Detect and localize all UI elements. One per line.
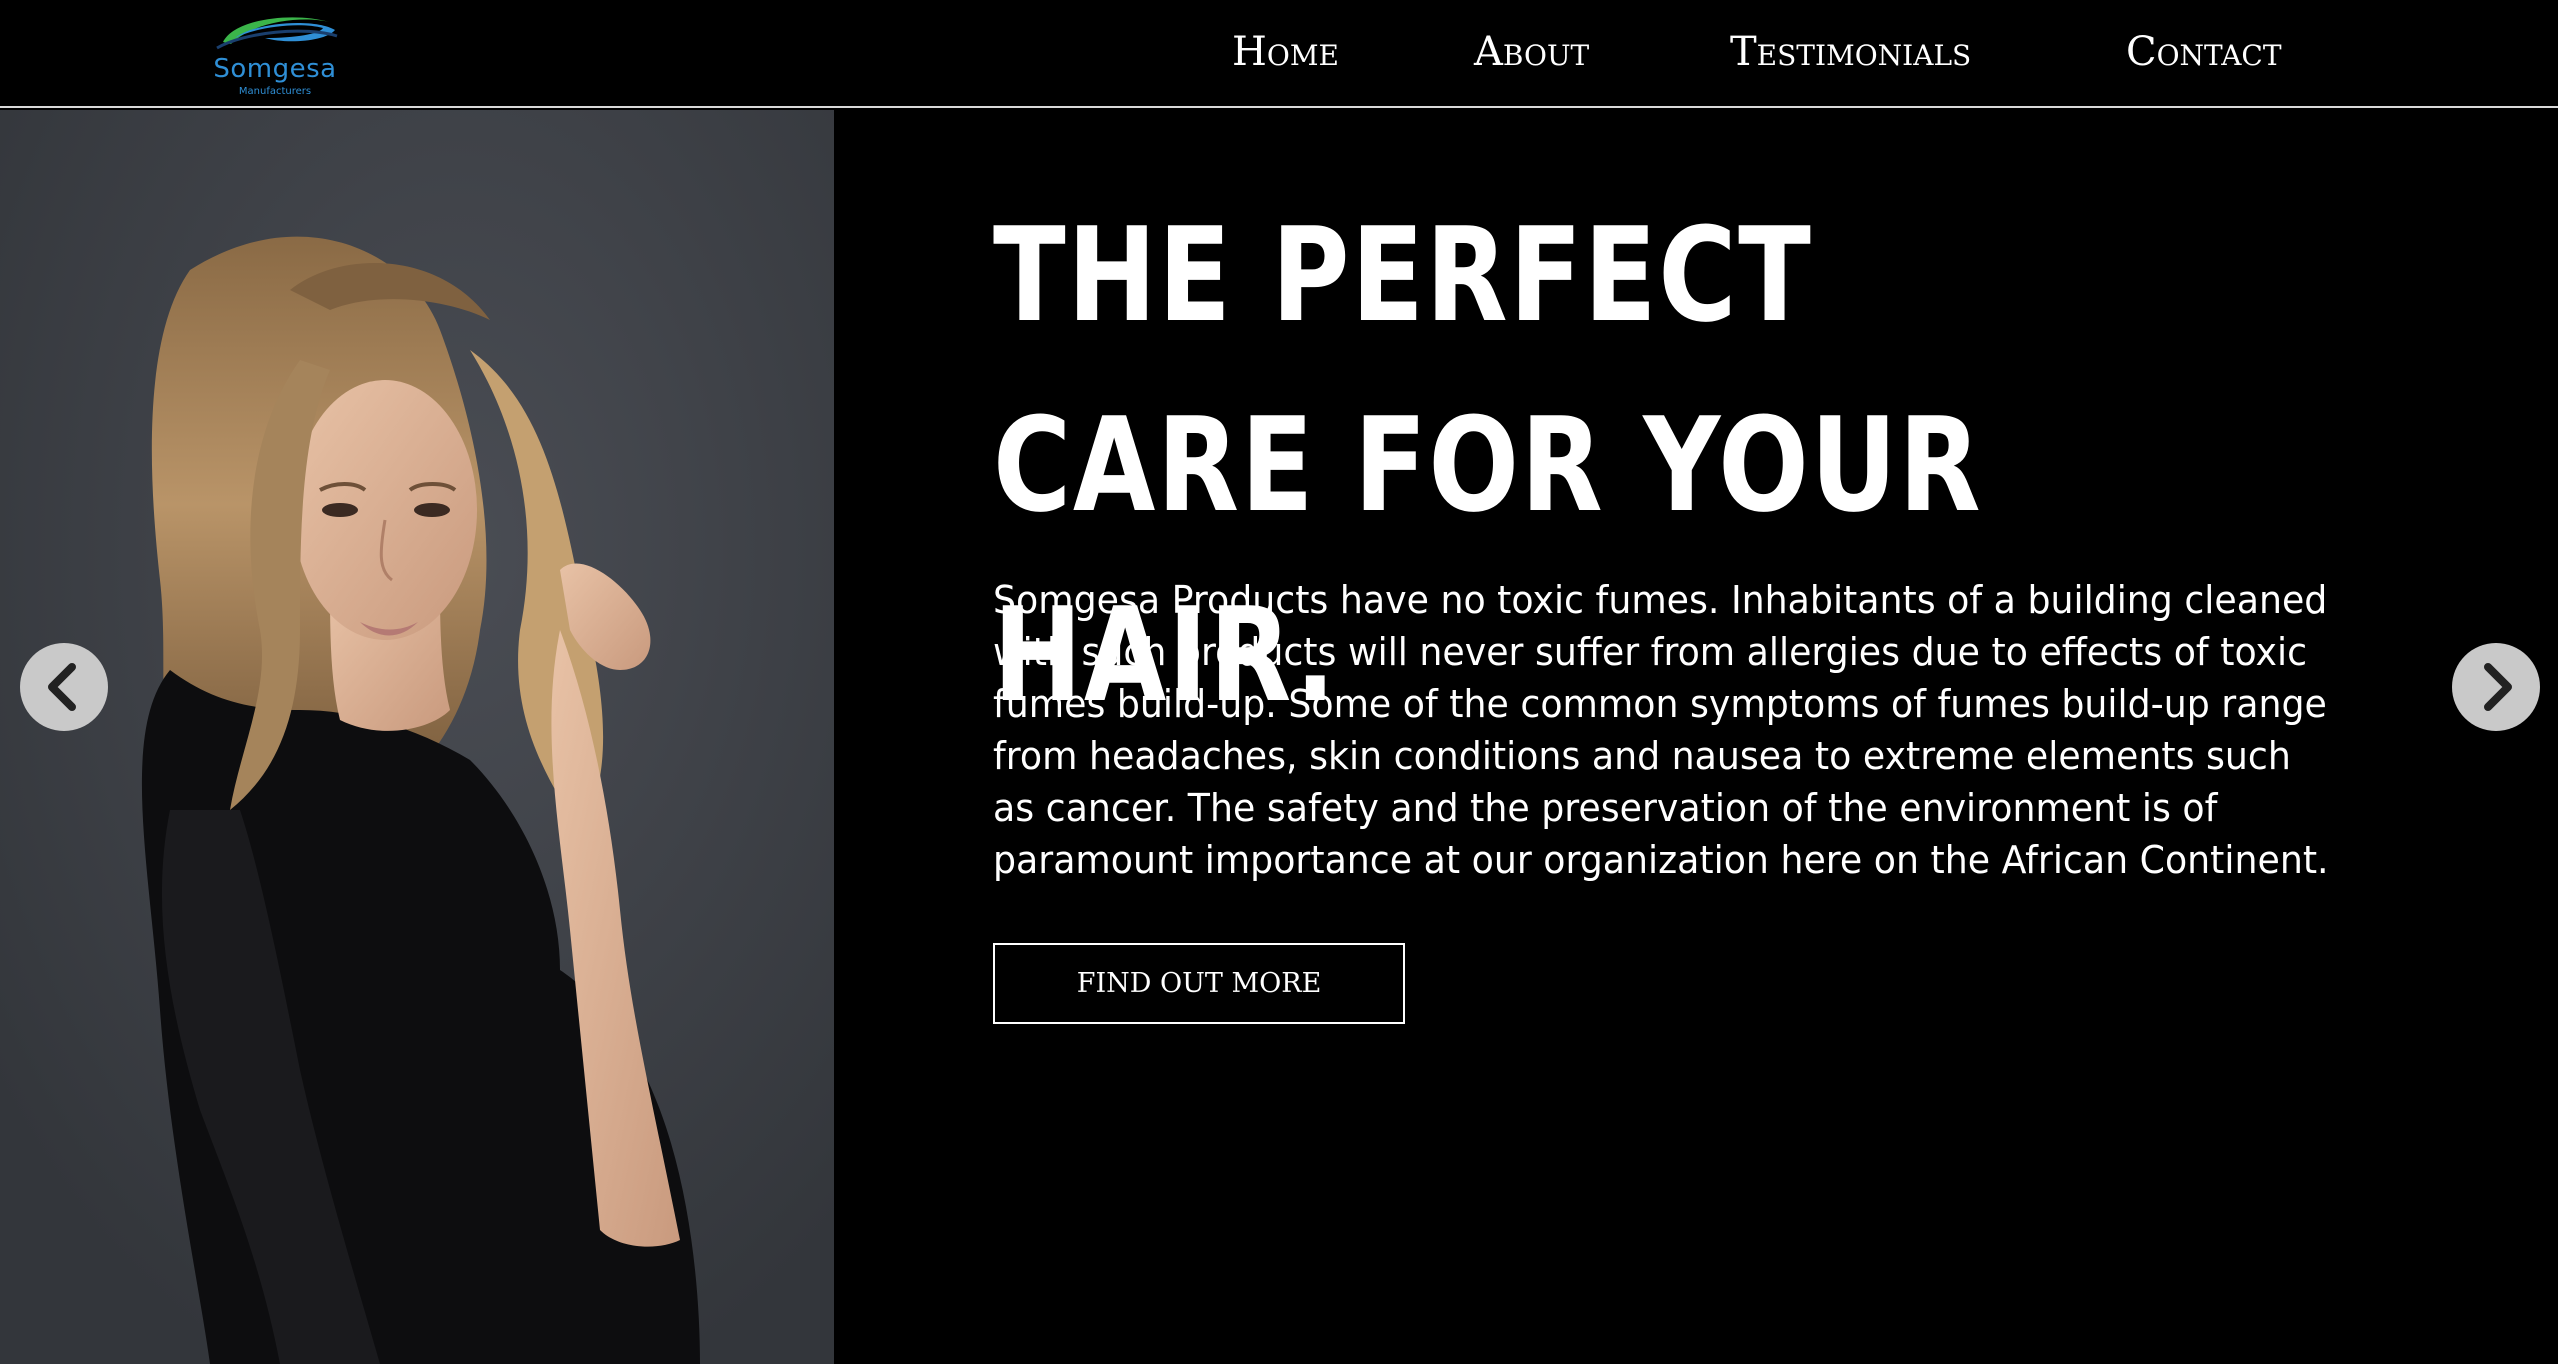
nav-about[interactable]: About xyxy=(1474,22,1589,82)
hero-slider: THE PERFECT CARE FOR YOUR HAIR. Somgesa … xyxy=(0,110,2558,1364)
carousel-next-button[interactable] xyxy=(2452,643,2540,731)
brand-logo[interactable]: Somgesa Manufacturers xyxy=(205,8,345,98)
model-portrait-illustration xyxy=(0,110,834,1364)
hero-photo xyxy=(0,110,834,1364)
find-out-more-button[interactable]: FIND OUT MORE xyxy=(993,943,1405,1024)
chevron-right-icon xyxy=(2484,663,2512,711)
hero-description: Somgesa Products have no toxic fumes. In… xyxy=(993,578,2329,882)
site-header: Somgesa Manufacturers Home About Testimo… xyxy=(0,0,2558,108)
chevron-left-icon xyxy=(48,663,76,711)
brand-name: Somgesa xyxy=(213,54,337,84)
nav-contact[interactable]: Contact xyxy=(2126,22,2282,82)
nav-home[interactable]: Home xyxy=(1232,22,1339,82)
nav-testimonials[interactable]: Testimonials xyxy=(1730,22,1971,82)
carousel-prev-button[interactable] xyxy=(20,643,108,731)
brand-tagline: Manufacturers xyxy=(238,86,312,97)
